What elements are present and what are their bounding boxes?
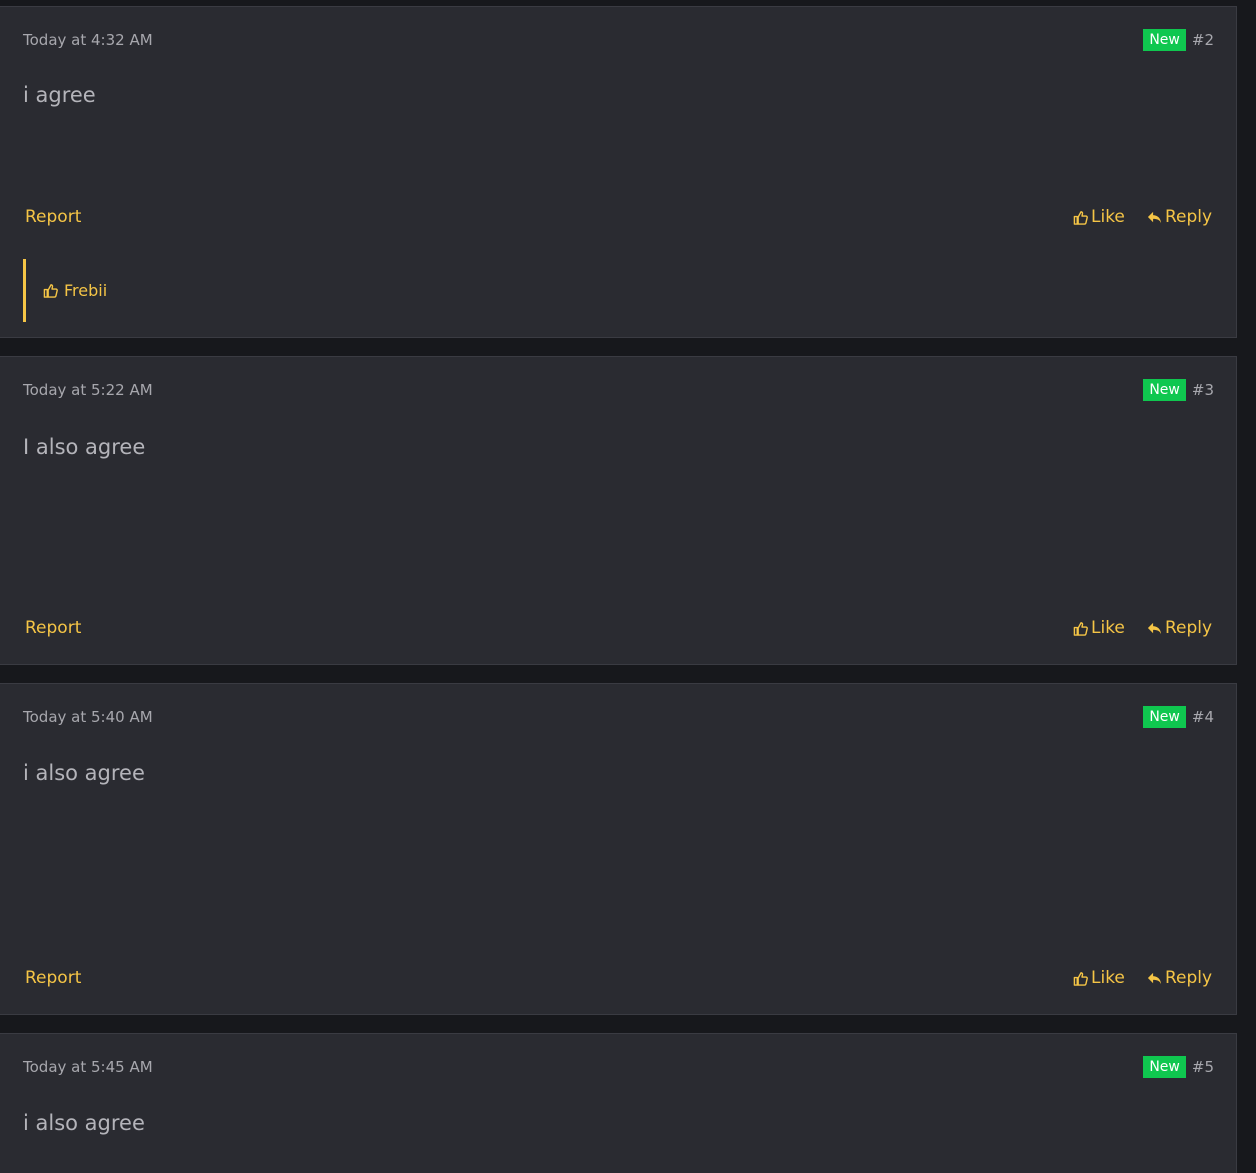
post-card: Today at 4:32 AM New #2 i agree Report L… xyxy=(0,6,1237,338)
post-date[interactable]: Today at 5:22 AM xyxy=(23,381,153,399)
reply-label: Reply xyxy=(1165,207,1213,227)
post-meta: New #3 xyxy=(1143,379,1214,401)
post-number[interactable]: #4 xyxy=(1192,708,1214,726)
post-date[interactable]: Today at 4:32 AM xyxy=(23,31,153,49)
report-button[interactable]: Report xyxy=(25,618,81,638)
like-label: Like xyxy=(1091,618,1125,638)
post-body: i agree xyxy=(23,83,96,107)
new-badge: New xyxy=(1143,29,1186,51)
like-button[interactable]: Like xyxy=(1073,618,1125,638)
post-body: i also agree xyxy=(23,761,145,785)
new-badge: New xyxy=(1143,1056,1186,1078)
like-label: Like xyxy=(1091,207,1125,227)
new-badge: New xyxy=(1143,379,1186,401)
post-meta: New #5 xyxy=(1143,1056,1214,1078)
reply-button[interactable]: Reply xyxy=(1147,207,1212,227)
thumbs-up-icon xyxy=(1073,210,1088,225)
reactions-bar[interactable]: Frebii xyxy=(23,259,107,322)
post-card: Today at 5:40 AM New #4 i also agree Rep… xyxy=(0,683,1237,1015)
post-body: i also agree xyxy=(23,1111,145,1135)
thumbs-up-icon xyxy=(43,284,58,298)
reply-label: Reply xyxy=(1165,968,1213,988)
post-card: Today at 5:22 AM New #3 I also agree Rep… xyxy=(0,356,1237,665)
post-body: I also agree xyxy=(23,435,146,459)
post-card: Today at 5:45 AM New #5 i also agree xyxy=(0,1033,1237,1173)
like-label: Like xyxy=(1091,968,1125,988)
reply-arrow-icon xyxy=(1147,211,1162,223)
post-number[interactable]: #5 xyxy=(1192,1058,1214,1076)
like-button[interactable]: Like xyxy=(1073,207,1125,227)
reaction-user[interactable]: Frebii xyxy=(64,281,107,300)
reply-button[interactable]: Reply xyxy=(1147,968,1212,988)
post-meta: New #4 xyxy=(1143,706,1214,728)
reply-arrow-icon xyxy=(1147,622,1162,634)
post-meta: New #2 xyxy=(1143,29,1214,51)
post-date[interactable]: Today at 5:45 AM xyxy=(23,1058,153,1076)
report-button[interactable]: Report xyxy=(25,207,81,227)
reply-label: Reply xyxy=(1165,618,1213,638)
post-number[interactable]: #3 xyxy=(1192,381,1214,399)
thumbs-up-icon xyxy=(1073,971,1088,986)
post-number[interactable]: #2 xyxy=(1192,31,1214,49)
like-button[interactable]: Like xyxy=(1073,968,1125,988)
new-badge: New xyxy=(1143,706,1186,728)
post-date[interactable]: Today at 5:40 AM xyxy=(23,708,153,726)
reply-button[interactable]: Reply xyxy=(1147,618,1212,638)
thumbs-up-icon xyxy=(1073,621,1088,636)
report-button[interactable]: Report xyxy=(25,968,81,988)
reply-arrow-icon xyxy=(1147,972,1162,984)
